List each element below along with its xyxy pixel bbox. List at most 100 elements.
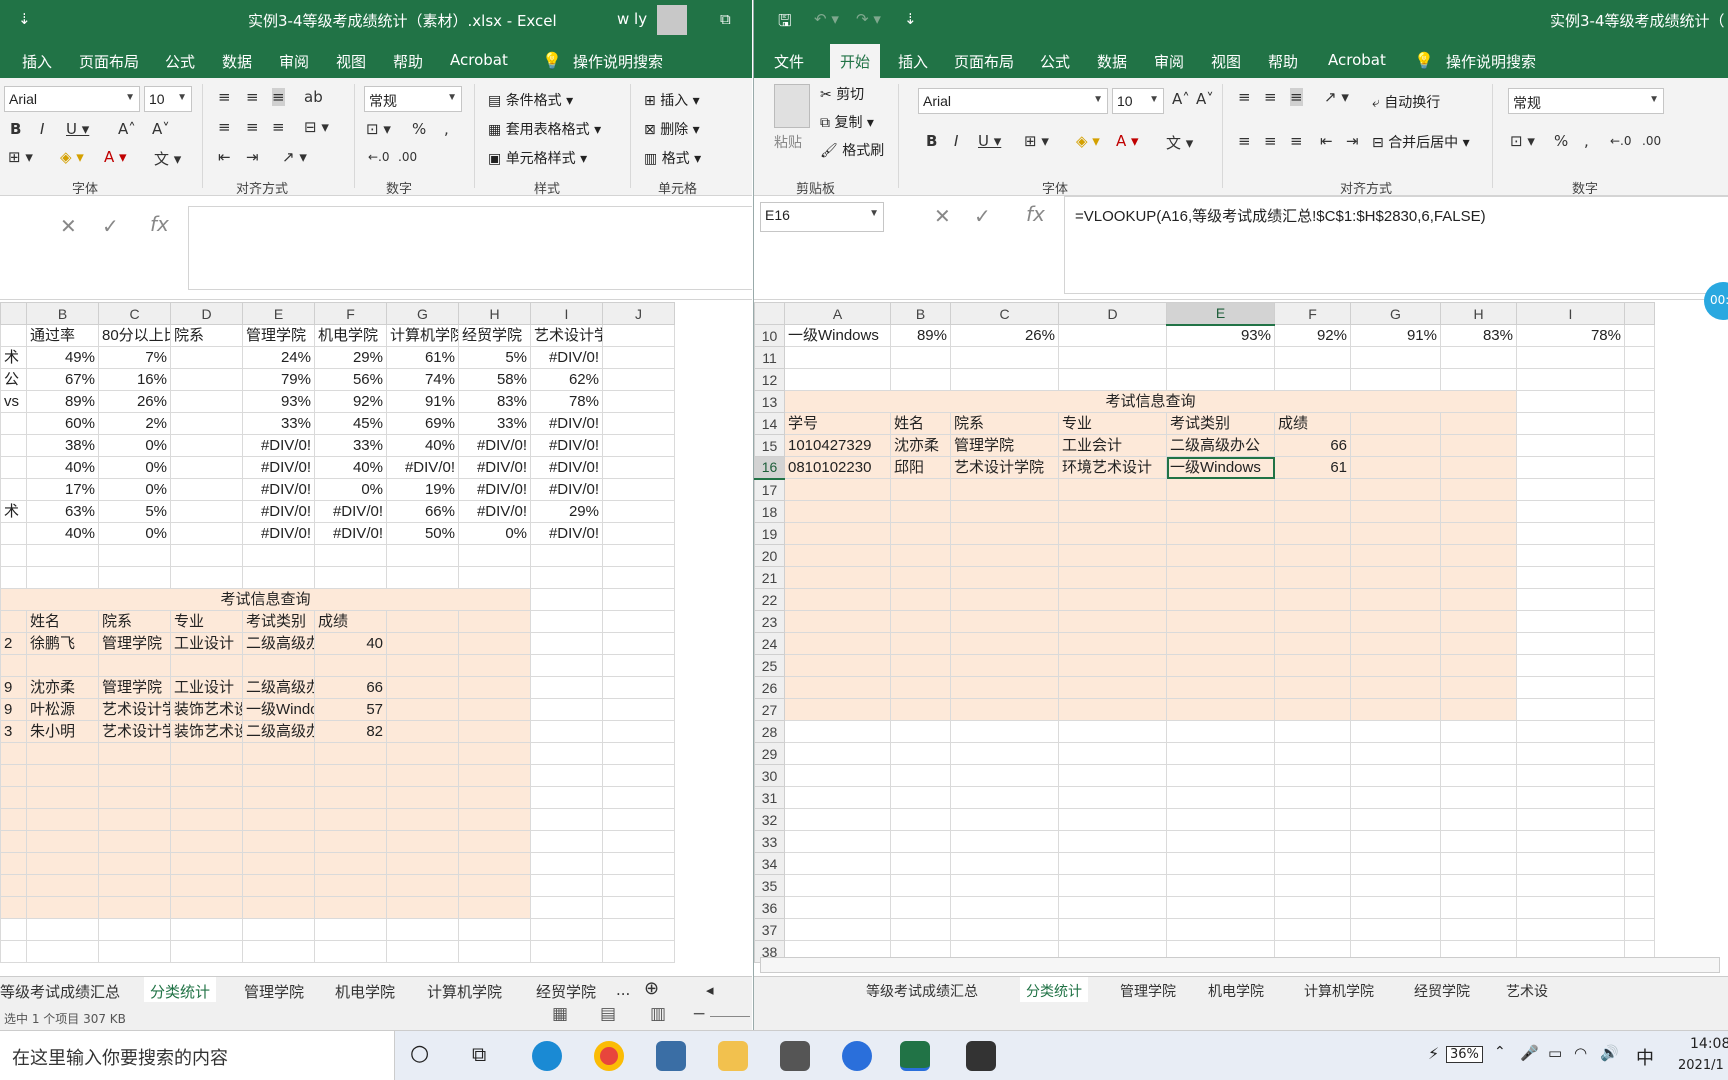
cell[interactable] (1624, 610, 1655, 633)
cell[interactable] (602, 500, 675, 523)
insert-function-icon[interactable]: fx (1026, 202, 1045, 226)
cell[interactable] (602, 544, 675, 567)
tab-insert[interactable]: 插入 (898, 51, 928, 72)
cell[interactable] (170, 808, 243, 831)
cell[interactable] (98, 918, 171, 941)
cell[interactable] (890, 808, 951, 831)
cell-style-button[interactable]: ▣ 单元格样式 ▾ (488, 148, 587, 168)
cell[interactable] (602, 764, 675, 787)
cell[interactable] (26, 566, 99, 589)
cell[interactable]: 公 (0, 368, 27, 391)
cell[interactable] (1058, 764, 1167, 787)
font-name-combo[interactable]: Arial ▼ (918, 88, 1108, 114)
cell[interactable] (1058, 742, 1167, 765)
cell[interactable] (950, 544, 1059, 567)
cell[interactable] (1350, 654, 1441, 677)
row-header[interactable]: 23 (754, 610, 785, 633)
name-box[interactable]: E16 ▼ (760, 202, 884, 232)
cell[interactable]: 89% (26, 390, 99, 413)
cell[interactable] (458, 742, 531, 765)
cell[interactable] (1624, 434, 1655, 457)
cell[interactable] (1058, 566, 1167, 589)
copy-button[interactable]: ⧉ 复制 ▾ (820, 112, 874, 132)
sheet-tab[interactable]: 经贸学院 (1414, 981, 1470, 1001)
cell[interactable]: 33% (458, 412, 531, 435)
column-header[interactable]: D (1058, 302, 1167, 325)
sheet-tab-active[interactable]: 分类统计 (1020, 977, 1088, 1004)
cell[interactable] (1516, 390, 1625, 413)
shrink-font-icon[interactable]: A˅ (152, 120, 170, 138)
cell[interactable] (1166, 478, 1275, 501)
cell[interactable] (0, 544, 27, 567)
cell[interactable] (170, 390, 243, 413)
cell[interactable] (386, 654, 459, 677)
cell[interactable]: #DIV/0! (242, 478, 315, 501)
merge-icon[interactable]: ⊟ ▾ (304, 118, 329, 136)
cell[interactable] (784, 720, 891, 743)
cell[interactable] (458, 786, 531, 809)
cell[interactable]: 29% (530, 500, 603, 523)
cell[interactable] (1624, 324, 1655, 347)
cell[interactable] (170, 434, 243, 457)
cell[interactable]: 工业设计 (170, 632, 243, 655)
tab-page-layout[interactable]: 页面布局 (954, 51, 1014, 72)
tab-acrobat[interactable]: Acrobat (1328, 51, 1386, 69)
cell[interactable] (386, 566, 459, 589)
tab-insert[interactable]: 插入 (22, 51, 52, 72)
row-header[interactable]: 26 (754, 676, 785, 699)
cancel-icon[interactable]: ✕ (934, 204, 951, 228)
cell[interactable] (386, 676, 459, 699)
cell[interactable] (784, 852, 891, 875)
wrap-text-icon[interactable]: ab (304, 88, 323, 106)
cell[interactable] (530, 632, 603, 655)
mail-icon[interactable] (780, 1041, 810, 1071)
row-header[interactable]: 13 (754, 390, 785, 413)
cell[interactable] (1440, 742, 1517, 765)
volume-icon[interactable]: 🔊 (1600, 1044, 1619, 1062)
cell[interactable]: 0% (98, 456, 171, 479)
cell[interactable] (1350, 566, 1441, 589)
row-header[interactable]: 33 (754, 830, 785, 853)
cell[interactable] (530, 566, 603, 589)
cell[interactable] (386, 830, 459, 853)
cell[interactable] (784, 588, 891, 611)
cell[interactable]: 一级Windows (784, 324, 891, 347)
cell[interactable] (1350, 764, 1441, 787)
row-header[interactable]: 30 (754, 764, 785, 787)
tab-page-layout[interactable]: 页面布局 (79, 51, 139, 72)
cell[interactable] (1058, 500, 1167, 523)
cell[interactable] (1624, 588, 1655, 611)
cell[interactable] (26, 874, 99, 897)
cell[interactable] (1274, 588, 1351, 611)
cell[interactable]: 40% (26, 522, 99, 545)
cell[interactable]: 33% (314, 434, 387, 457)
cell[interactable] (1624, 368, 1655, 391)
row-header[interactable]: 36 (754, 896, 785, 919)
cell[interactable]: 艺术设计学 (98, 720, 171, 743)
cell[interactable]: 93% (1166, 324, 1275, 347)
comma-icon[interactable]: , (1584, 132, 1589, 150)
cell[interactable] (784, 566, 891, 589)
cell[interactable] (1440, 896, 1517, 919)
cell[interactable]: #DIV/0! (458, 500, 531, 523)
cell[interactable] (602, 874, 675, 897)
column-header[interactable]: C (950, 302, 1059, 325)
cell[interactable] (1274, 632, 1351, 655)
cell[interactable] (784, 500, 891, 523)
cell[interactable]: 60% (26, 412, 99, 435)
cell[interactable] (1166, 852, 1275, 875)
cell[interactable] (0, 786, 27, 809)
borders-icon[interactable]: ⊞ ▾ (1024, 132, 1049, 150)
cell[interactable] (1350, 588, 1441, 611)
cell[interactable] (170, 522, 243, 545)
cell[interactable] (950, 720, 1059, 743)
cell[interactable] (890, 346, 951, 369)
cell[interactable]: 74% (386, 368, 459, 391)
cell[interactable] (242, 896, 315, 919)
cell[interactable]: #DIV/0! (530, 412, 603, 435)
cell[interactable] (784, 632, 891, 655)
cell[interactable] (170, 896, 243, 919)
cell[interactable] (1516, 698, 1625, 721)
cell[interactable] (1624, 390, 1655, 413)
cell[interactable] (530, 544, 603, 567)
